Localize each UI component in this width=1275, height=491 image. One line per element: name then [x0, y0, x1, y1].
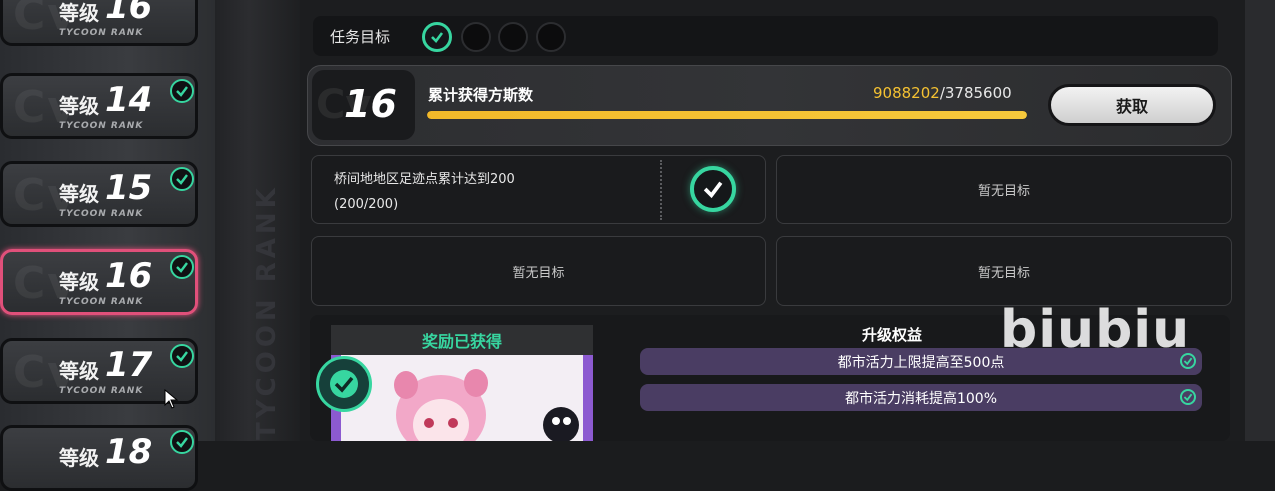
goal-complete-check-icon: [690, 166, 736, 212]
rank-level-number: 14: [105, 80, 153, 120]
check-icon: [170, 167, 194, 191]
task-dot-empty: [536, 22, 566, 52]
right-rail: [1245, 0, 1275, 441]
task-objectives-label: 任务目标: [330, 28, 391, 46]
task-dot-empty: [498, 22, 528, 52]
rank-label: 等级: [59, 182, 99, 206]
rank-level-number: 16: [105, 0, 153, 27]
perk-row: 都市活力消耗提高100%: [640, 384, 1202, 411]
level-chip: Cv 16: [312, 70, 415, 140]
rank-label: 等级: [59, 94, 99, 118]
goal-slot-empty: 暂无目标: [776, 155, 1232, 224]
mouse-cursor-icon: [164, 389, 179, 409]
rank-subtitle: TYCOON RANK: [59, 297, 144, 307]
claim-button[interactable]: 获取: [1048, 84, 1216, 126]
rank-level-number: 17: [105, 345, 153, 385]
rank-card-top[interactable]: Cv 等级 16 TYCOON RANK: [0, 0, 198, 46]
rank-level-number: 15: [105, 168, 153, 208]
acquired-stamp-icon: [316, 356, 372, 412]
level-chip-number: 16: [344, 82, 397, 126]
check-icon: [170, 79, 194, 103]
perk-text: 都市活力上限提高至500点: [837, 354, 1005, 371]
goal-description: 桥间地地区足迹点累计达到200: [334, 172, 515, 187]
rank-subtitle: TYCOON RANK: [59, 386, 144, 396]
reward-character-image: [331, 355, 593, 441]
check-icon: [170, 255, 194, 279]
progress-fill: [427, 111, 1027, 119]
progress-title: 累计获得方斯数: [428, 86, 534, 104]
check-icon: [170, 430, 194, 454]
rank-level-number: 16: [105, 256, 153, 296]
task-dot-empty: [461, 22, 491, 52]
perk-text: 都市活力消耗提高100%: [844, 390, 998, 407]
perks-title: 升级权益: [862, 326, 923, 344]
rank-subtitle: TYCOON RANK: [59, 28, 144, 38]
rank-card-16-selected[interactable]: Cv 等级 16 TYCOON RANK: [0, 249, 198, 315]
rank-subtitle: TYCOON RANK: [59, 121, 144, 131]
check-icon: [1180, 389, 1196, 405]
divider-vertical-text: TYCOON RANK: [252, 184, 282, 440]
rank-level-number: 18: [105, 432, 153, 472]
rank-card-14[interactable]: Cv 等级 14 TYCOON RANK: [0, 73, 198, 139]
progress-value: 9088202/3785600: [873, 84, 1012, 102]
rank-subtitle: TYCOON RANK: [59, 209, 144, 219]
goal-slot-empty: 暂无目标: [776, 236, 1232, 306]
rank-card-18[interactable]: 等级 18: [0, 425, 198, 491]
task-dot-complete: [422, 22, 452, 52]
rank-card-15[interactable]: Cv 等级 15 TYCOON RANK: [0, 161, 198, 227]
goal-separator: [660, 160, 663, 220]
rank-label: 等级: [59, 446, 99, 470]
progress-track: [427, 111, 1027, 119]
progress-target: 3785600: [944, 84, 1012, 102]
check-icon: [170, 344, 194, 368]
rank-label: 等级: [59, 1, 99, 25]
rank-label: 等级: [59, 359, 99, 383]
check-icon: [431, 32, 444, 43]
goal-progress-text: (200/200): [334, 197, 399, 212]
site-watermark: biubiu: [1000, 300, 1191, 360]
reward-header: 奖励已获得: [331, 325, 593, 355]
progress-current: 9088202: [873, 84, 940, 102]
goal-slot-empty: 暂无目标: [311, 236, 766, 306]
rank-label: 等级: [59, 270, 99, 294]
